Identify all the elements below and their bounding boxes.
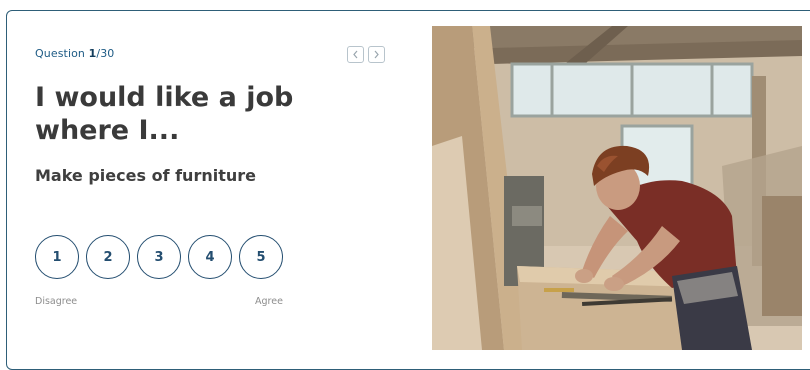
chevron-left-icon bbox=[352, 50, 359, 59]
rating-option-5[interactable]: 5 bbox=[239, 235, 283, 279]
question-card: Question 1/30 I would like a job where I… bbox=[6, 10, 810, 370]
rating-scale: 1 2 3 4 5 bbox=[35, 235, 283, 279]
rating-option-3[interactable]: 3 bbox=[137, 235, 181, 279]
question-total-number: 30 bbox=[100, 47, 115, 60]
prompt-title: I would like a job where I... bbox=[35, 82, 294, 146]
previous-question-button[interactable] bbox=[347, 46, 364, 63]
scale-low-label: Disagree bbox=[35, 296, 78, 307]
chevron-right-icon bbox=[373, 50, 380, 59]
statement-text: Make pieces of furniture bbox=[35, 166, 256, 185]
question-navigation bbox=[347, 46, 385, 63]
rating-option-2[interactable]: 2 bbox=[86, 235, 130, 279]
next-question-button[interactable] bbox=[368, 46, 385, 63]
workshop-photo bbox=[432, 26, 802, 350]
question-panel: Question 1/30 I would like a job where I… bbox=[7, 11, 427, 351]
question-counter: Question 1/30 bbox=[35, 47, 114, 60]
question-counter-prefix: Question bbox=[35, 47, 85, 60]
rating-option-4[interactable]: 4 bbox=[188, 235, 232, 279]
scale-high-label: Agree bbox=[255, 296, 283, 307]
rating-option-1[interactable]: 1 bbox=[35, 235, 79, 279]
